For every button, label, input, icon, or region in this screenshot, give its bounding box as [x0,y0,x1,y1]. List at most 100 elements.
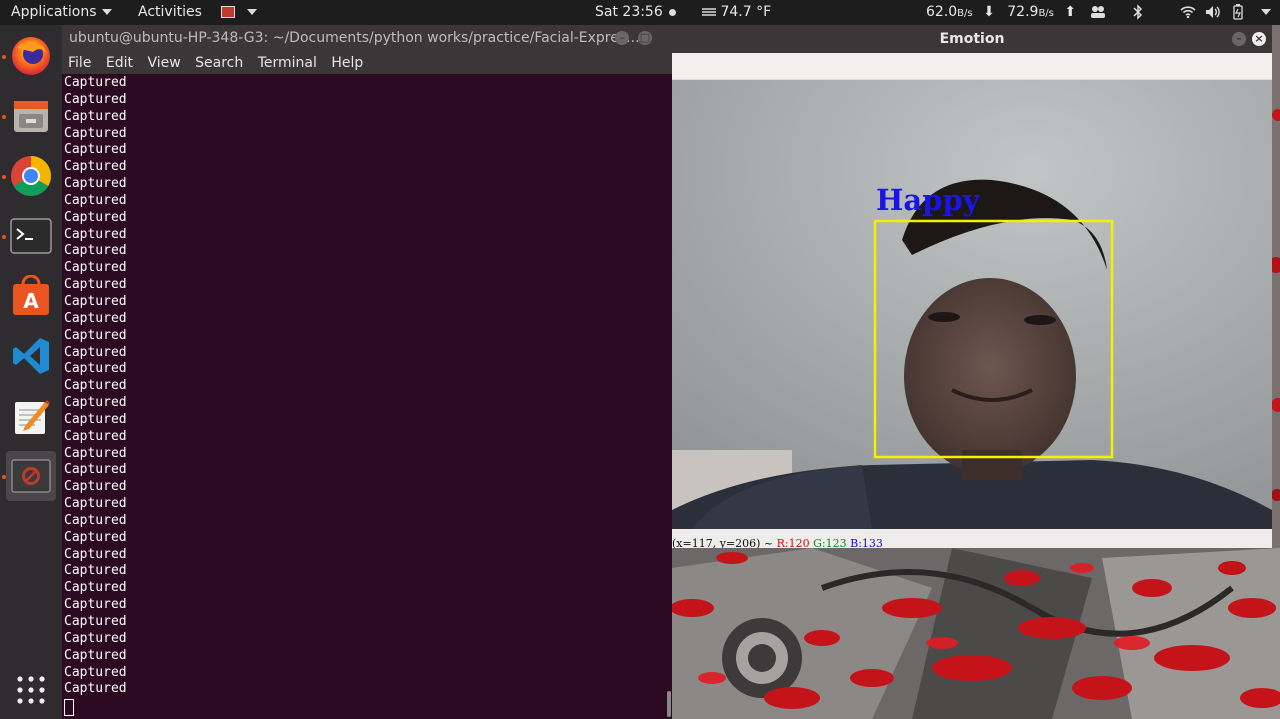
net-up-unit: B/s [1038,8,1054,19]
wallpaper-edge [1272,25,1280,548]
terminal-line: Captured [64,176,127,192]
running-indicator [2,175,6,179]
emotion-toolbar [672,53,1272,80]
terminal-line: Captured [64,293,127,309]
terminal-line: Captured [64,361,127,377]
status-bar: (x=117, y=206) ~ R:120 G:123 B:133 [672,538,1272,549]
camera-frame[interactable]: Happy [672,80,1272,529]
terminal-line: Captured [64,226,127,242]
terminal-window[interactable]: ubuntu@ubuntu-HP-348-G3: ~/Documents/pyt… [62,25,672,719]
system-menu[interactable] [1256,0,1271,25]
running-indicator [2,475,6,479]
terminal-line: Captured [64,142,127,158]
menu-file[interactable]: File [68,55,91,71]
terminal-line: Captured [64,378,127,394]
applications-menu[interactable]: Applications [11,0,112,25]
text-editor-icon [15,400,50,434]
desktop-wallpaper [672,548,1280,719]
battery-icon[interactable] [1233,0,1243,25]
dock-terminal[interactable] [6,211,56,261]
dock-vscode[interactable] [6,331,56,381]
dock-software-center[interactable]: A [6,271,56,321]
clock[interactable]: Sat 23:56 [595,0,677,25]
applications-label: Applications [11,4,97,20]
dock-firefox[interactable] [6,31,56,81]
terminal-line: Captured [64,395,127,411]
software-center-icon: A [13,275,49,315]
dock-chrome[interactable] [6,151,56,201]
notification-dot-icon [669,8,677,16]
dock-opencv-window[interactable] [6,451,56,501]
emotion-label: Happy [876,183,980,217]
terminal-line: Captured [64,428,127,444]
terminal-menubar: File Edit View Search Terminal Help [62,52,672,74]
terminal-line: Captured [64,681,127,697]
terminal-line: Captured [64,462,127,478]
menu-search[interactable]: Search [195,55,243,71]
terminal-line: Captured [64,243,127,259]
net-up-value: 72.9 [1007,4,1039,20]
close-button[interactable]: × [1252,32,1266,46]
activities-button[interactable]: Activities [138,0,202,25]
menu-edit[interactable]: Edit [106,55,133,71]
fog-icon [702,8,716,16]
temperature-label: 74.7 °F [720,4,772,20]
volume-icon[interactable] [1205,0,1221,25]
dock-show-applications[interactable] [6,665,56,715]
terminal-line: Captured [64,580,127,596]
opencv-window-icon [11,459,51,493]
wallpaper-image [672,548,1280,719]
dock-text-editor[interactable] [6,391,56,441]
vscode-icon [13,338,49,374]
chevron-down-icon [247,9,257,15]
menu-view[interactable]: View [147,55,180,71]
terminal-line: Captured [64,125,127,141]
menu-terminal[interactable]: Terminal [258,55,317,71]
chevron-down-icon [1261,9,1271,15]
terminal-line: Captured [64,512,127,528]
emotion-window[interactable]: Emotion – × Happy (x=117, y=206) ~ R:120… [672,25,1272,549]
terminal-line: Captured [64,310,127,326]
terminal-titlebar[interactable]: ubuntu@ubuntu-HP-348-G3: ~/Documents/pyt… [62,25,672,52]
terminal-line: Captured [64,209,127,225]
scrollbar[interactable] [667,691,671,717]
bluetooth-icon[interactable] [1131,0,1145,25]
arrow-up-icon: ⬆ [1064,4,1077,20]
terminal-line: Captured [64,546,127,562]
network-speed-indicator[interactable]: 62.0B/s ⬇ 72.9B/s ⬆ [926,0,1076,25]
show-apps-icon [17,676,45,704]
terminal-line: Captured [64,647,127,663]
minimize-button[interactable]: – [615,31,629,45]
terminal-line: Captured [64,260,127,276]
running-indicator [2,55,6,59]
firefox-icon [12,37,50,75]
terminal-line: Captured [64,445,127,461]
chrome-icon [11,156,51,196]
dock-files[interactable] [6,91,56,141]
terminal-line: Captured [64,327,127,343]
svg-text:A: A [23,289,39,313]
net-down-value: 62.0 [926,4,958,20]
terminal-line: Captured [64,529,127,545]
terminal-line: Captured [64,630,127,646]
top-bar: Applications Activities Sat 23:56 74.7 °… [0,0,1280,25]
dock: A [0,25,62,719]
emotion-titlebar[interactable]: Emotion – × [672,25,1272,53]
wifi-icon[interactable] [1180,0,1196,25]
terminal-line: Captured [64,108,127,124]
terminal-line: Captured [64,664,127,680]
workspace-indicator[interactable] [221,0,257,25]
menu-help[interactable]: Help [331,55,363,71]
net-down-unit: B/s [957,8,973,19]
maximize-button[interactable]: □ [638,31,652,45]
terminal-line: Captured [64,563,127,579]
people-icon[interactable] [1090,0,1106,25]
window-thumbnail-icon [221,6,235,18]
webcam-image [672,80,1272,529]
arrow-down-icon: ⬇ [983,4,995,20]
temperature-indicator[interactable]: 74.7 °F [702,0,771,25]
terminal-output[interactable]: Captured Captured Captured Captured Captured… [62,74,672,717]
terminal-line: Captured [64,277,127,293]
minimize-button[interactable]: – [1232,32,1246,46]
chevron-down-icon [101,9,112,15]
